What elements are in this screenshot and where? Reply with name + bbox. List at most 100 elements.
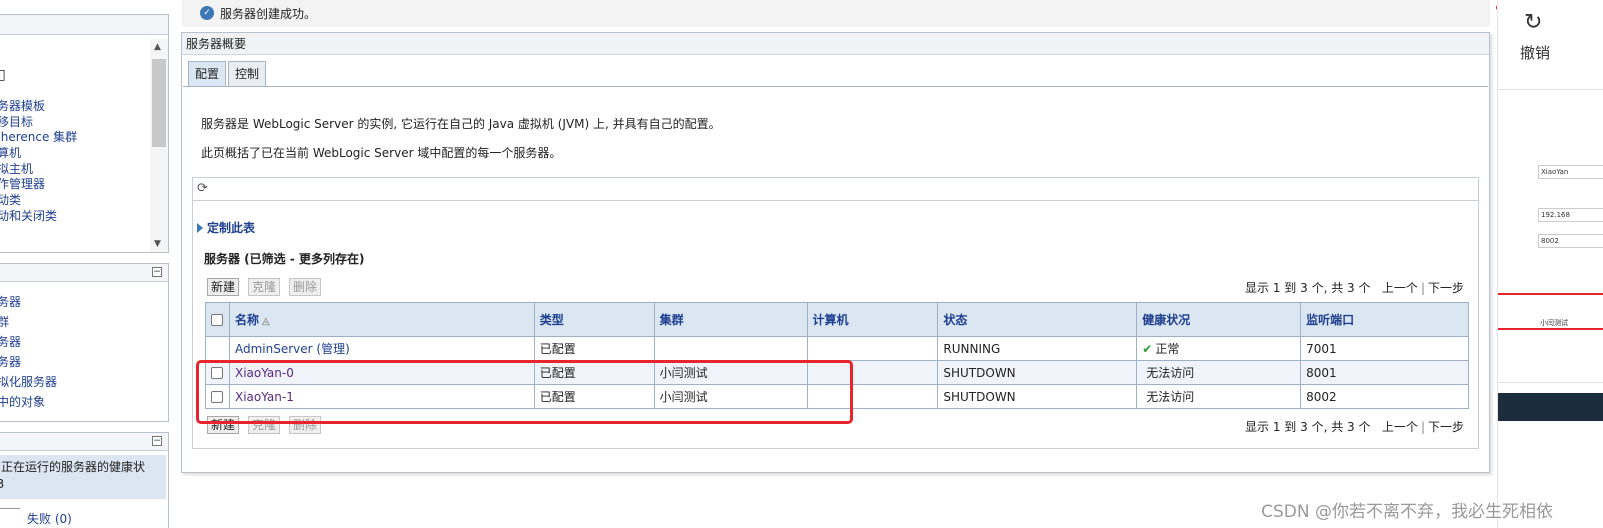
column-header-listen-port[interactable]: 监听端口 [1300,302,1469,337]
preview-field: XiaoYan [1538,165,1603,179]
select-all-checkbox[interactable] [211,314,223,326]
scroll-down-icon[interactable]: ▼ [154,239,161,249]
divider [1498,382,1603,383]
column-header-health[interactable]: 健康状况 [1136,302,1302,337]
sidebar-link-virtual-servers[interactable]: 虚拟化服务器 [0,372,160,392]
divider [0,508,20,509]
port-cell: 7001 [1300,336,1469,361]
health-cell: 无法访问 [1136,384,1302,409]
scroll-up-icon[interactable]: ▲ [154,42,161,52]
preview-field: 192.168 [1538,208,1603,222]
tab-control[interactable]: 控制 [228,61,267,87]
state-cell: RUNNING [937,336,1138,361]
how-do-i-panel: − 服务器 集群 服务器 服务器 虚拟化服务器 树中的对象 [0,263,169,422]
collapse-icon[interactable]: − [152,267,162,277]
dark-bar [1498,393,1603,421]
preview-field: 8002 [1538,234,1603,248]
system-status-panel: − 初正在运行的服务器的健康状 13 失败 (0) [0,432,169,528]
tab-divider [183,86,1488,87]
right-side-panel: ↻ 撤销 XiaoYan 192.168 8002 小闫测试 [1497,0,1603,528]
refresh-bar: ⟳ [192,177,1479,201]
scroll-thumb[interactable] [152,59,166,147]
table-actions-top: 新建 克隆 删除 [207,278,330,296]
column-header-name[interactable]: 名称 ◬ [228,302,535,337]
undo-icon[interactable]: ↻ [1524,10,1542,35]
description-line-2: 此页概括了已在当前 WebLogic Server 域中配置的每一个服务器。 [201,146,562,160]
health-label: 正常 [1155,342,1180,356]
sidebar-link-servers[interactable]: 服务器 [0,292,160,312]
machine-cell [806,336,939,361]
description-line-1: 服务器是 WebLogic Server 的实例, 它运行在自己的 Java 虚… [201,117,721,131]
health-cell: ✔ 正常 [1136,336,1302,361]
health-text: 初正在运行的服务器的健康状 [0,460,146,474]
column-header-machine[interactable]: 计算机 [806,302,939,337]
failed-link[interactable]: 失败 (0) [27,510,72,527]
success-check-icon: ✓ [200,6,214,20]
health-label: 无法访问 [1146,390,1195,404]
clone-button[interactable]: 克隆 [248,278,281,296]
pagination-top: 显示 1 到 3 个, 共 3 个 上一个 | 下一步 [1245,281,1464,295]
prev-page-link[interactable]: 上一个 [1382,420,1418,434]
refresh-icon[interactable]: ⟳ [197,181,208,196]
sidebar-item-coherence-clusters[interactable]: Coherence 集群 [0,130,145,146]
column-header-type[interactable]: 类型 [533,302,655,337]
pagination-summary: 显示 1 到 3 个, 共 3 个 [1245,281,1371,295]
page-title: 服务器概要 [182,33,1489,55]
how-do-i-list: 服务器 集群 服务器 服务器 虚拟化服务器 树中的对象 [0,292,160,412]
port-cell: 8001 [1300,360,1469,385]
sidebar-link-clusters[interactable]: 集群 [0,312,160,332]
new-button[interactable]: 新建 [207,278,240,296]
pagination-summary: 显示 1 到 3 个, 共 3 个 [1245,420,1371,434]
health-cell: 无法访问 [1136,360,1302,385]
server-link[interactable]: AdminServer (管理) [235,342,350,356]
watermark-text: CSDN @你若不离不弃，我必生死相依 [1261,502,1553,522]
row-select-cell [205,336,230,361]
sidebar-item-startup-shutdown[interactable]: 启动和关闭类 [0,209,145,225]
collapse-icon[interactable]: − [152,436,162,446]
expand-triangle-icon [197,223,203,233]
type-cell: 已配置 [533,336,655,361]
column-header-state[interactable]: 状态 [937,302,1138,337]
panel-header: − [0,433,168,451]
table-title: 服务器 (已筛选 - 更多列存在) [204,252,365,266]
sidebar-link-servers-3[interactable]: 服务器 [0,352,160,372]
port-cell: 8002 [1300,384,1469,409]
sidebar-item-work-managers[interactable]: 工作管理器 [0,177,145,193]
sidebar-item-server-templates[interactable]: 服务器模板 [0,99,145,115]
panel-header [0,15,168,35]
column-header-name-label: 名称 [234,313,259,327]
sidebar-link-servers-2[interactable]: 服务器 [0,332,160,352]
table-row: AdminServer (管理) 已配置 RUNNING ✔ 正常 7001 [205,336,1469,361]
next-page-link[interactable]: 下一步 [1428,420,1464,434]
customize-table-label: 定制此表 [207,221,256,235]
domain-structure-list: 服务器模板 迁移目标 Coherence 集群 计算机 虚拟主机 工作管理器 启… [0,99,145,225]
tab-configuration[interactable]: 配置 [188,61,227,87]
sidebar-link-tree-objects[interactable]: 树中的对象 [0,392,160,412]
state-cell: SHUTDOWN [937,384,1138,409]
server-name-cell: AdminServer (管理) [228,336,535,361]
sidebar-item-virtual-hosts[interactable]: 虚拟主机 [0,162,145,178]
divider [1498,89,1603,90]
health-summary: 初正在运行的服务器的健康状 13 [0,455,166,499]
state-cell: SHUTDOWN [937,360,1138,385]
customize-table-link[interactable]: 定制此表 [197,219,255,236]
success-message-text: 服务器创建成功。 [220,7,317,21]
sidebar-item-migratable-targets[interactable]: 迁移目标 [0,115,145,131]
sidebar-scrollbar[interactable]: ▲ ▼ [150,39,168,252]
column-header-cluster[interactable]: 集群 [653,302,808,337]
sort-ascending-icon[interactable]: ◬ [262,316,270,327]
sidebar-item-machines[interactable]: 计算机 [0,146,145,162]
domain-structure-panel: ▯ 服务器模板 迁移目标 Coherence 集群 计算机 虚拟主机 工作管理器… [0,14,169,253]
select-all-cell [205,302,230,337]
delete-button[interactable]: 删除 [289,278,322,296]
undo-button-label[interactable]: 撤销 [1520,42,1550,63]
sidebar-item-startup-classes[interactable]: 启动类 [0,193,145,209]
health-label: 无法访问 [1146,366,1195,380]
prev-page-link[interactable]: 上一个 [1382,281,1418,295]
tab-bar: 配置 控制 [188,61,268,87]
preview-text: 小闫测试 [1540,319,1568,327]
red-rule [1498,293,1603,295]
panel-header: − [0,264,168,282]
health-count: 13 [0,477,5,491]
next-page-link[interactable]: 下一步 [1428,281,1464,295]
